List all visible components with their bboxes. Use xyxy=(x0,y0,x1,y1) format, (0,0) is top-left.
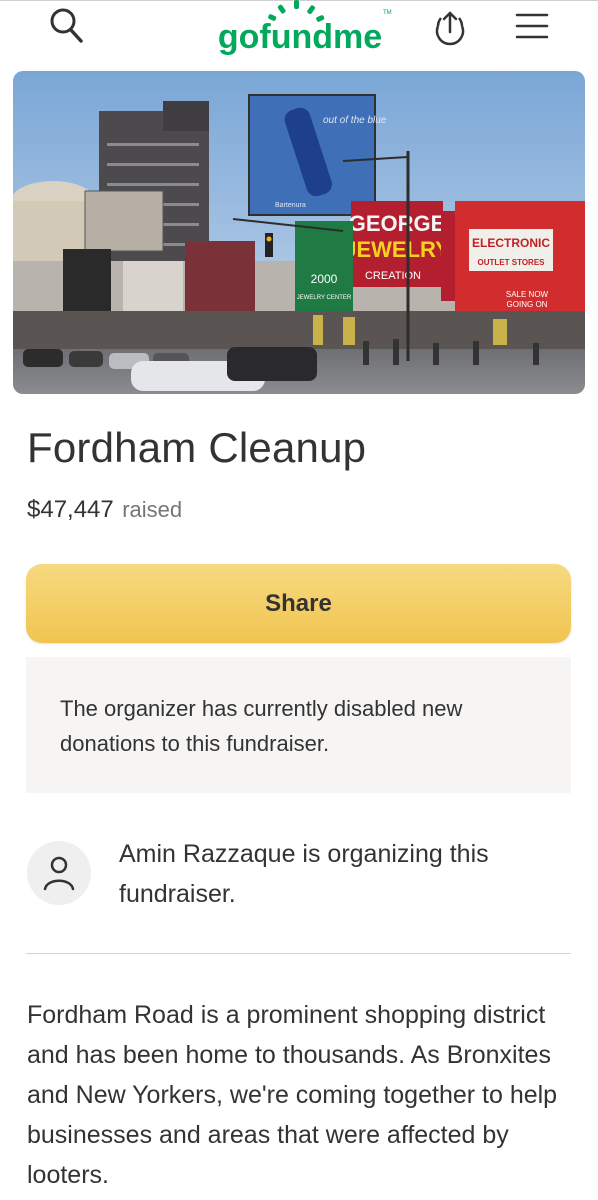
campaign-title: Fordham Cleanup xyxy=(27,424,367,471)
raised-amount: $47,447 xyxy=(27,496,114,523)
billboard-brand: Bartenura xyxy=(275,202,306,209)
amount-raised: $47,447 raised xyxy=(27,496,182,524)
hero-sign-sale: SALE NOW xyxy=(506,290,549,299)
notice-text: The organizer has currently disabled new… xyxy=(60,696,463,756)
menu-button[interactable] xyxy=(510,4,554,48)
organizer-avatar xyxy=(27,841,91,905)
hero-sign-jewelry-center: JEWELRY CENTER xyxy=(297,295,352,301)
raised-label: raised xyxy=(122,497,183,522)
share-button[interactable]: Share xyxy=(26,564,571,643)
billboard-tagline: out of the blue xyxy=(323,115,387,126)
share-upload-icon xyxy=(435,11,465,46)
gofundme-logo[interactable]: gofundme TM xyxy=(205,0,395,58)
app-header: gofundme TM xyxy=(0,0,598,62)
section-divider xyxy=(26,953,571,954)
campaign-hero-image: out of the blue Bartenura GEORGE JEWELRY… xyxy=(13,71,585,394)
hero-sign-electronic: ELECTRONIC xyxy=(472,236,550,250)
hero-sign-outlet: OUTLET STORES xyxy=(478,258,546,267)
hero-sign-george: GEORGE xyxy=(349,211,446,236)
menu-icon xyxy=(515,13,549,39)
logo-trademark: TM xyxy=(383,10,392,16)
hero-sign-jewelry: JEWELRY xyxy=(344,237,450,262)
share-upload-button[interactable] xyxy=(428,4,472,48)
user-icon xyxy=(43,856,75,891)
hero-sign-creation: CREATION xyxy=(365,270,421,282)
organizer-text: Amin Razzaque is organizing this fundrai… xyxy=(119,840,489,908)
donations-disabled-notice: The organizer has currently disabled new… xyxy=(26,657,571,793)
search-icon xyxy=(50,8,83,43)
hero-sign-going-on: GOING ON xyxy=(507,300,548,309)
search-button[interactable] xyxy=(44,4,88,48)
logo-wordmark: gofundme xyxy=(218,18,382,56)
hero-sign-2000: 2000 xyxy=(311,272,338,286)
campaign-story: Fordham Road is a prominent shopping dis… xyxy=(27,1001,558,1189)
